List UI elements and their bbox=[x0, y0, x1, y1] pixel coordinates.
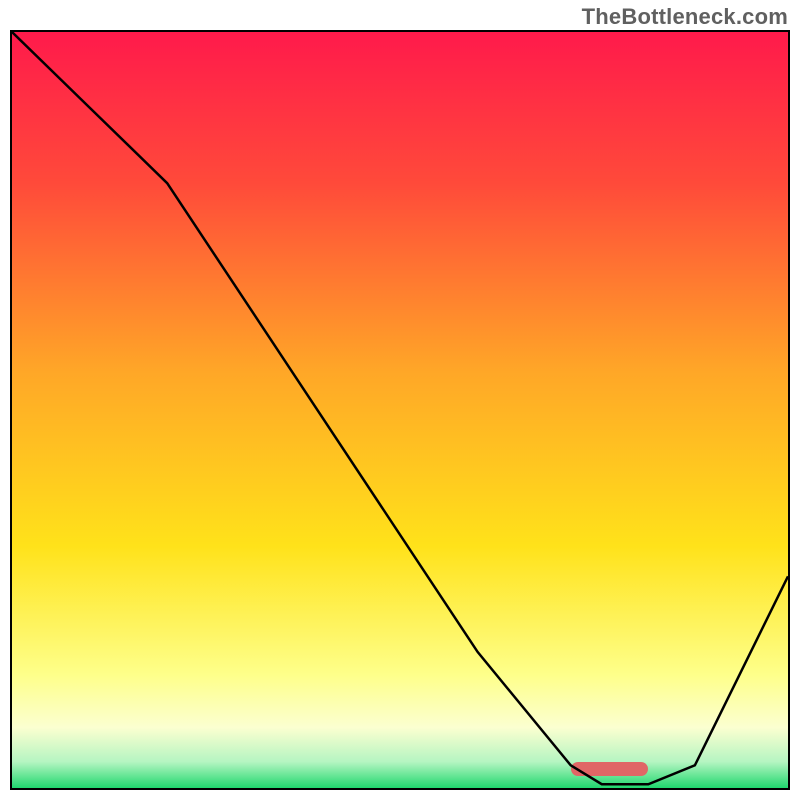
bottleneck-curve bbox=[12, 32, 788, 784]
curve-layer bbox=[12, 32, 788, 788]
watermark-text: TheBottleneck.com bbox=[582, 4, 788, 30]
plot-area bbox=[10, 30, 790, 790]
chart-container: TheBottleneck.com bbox=[0, 0, 800, 800]
